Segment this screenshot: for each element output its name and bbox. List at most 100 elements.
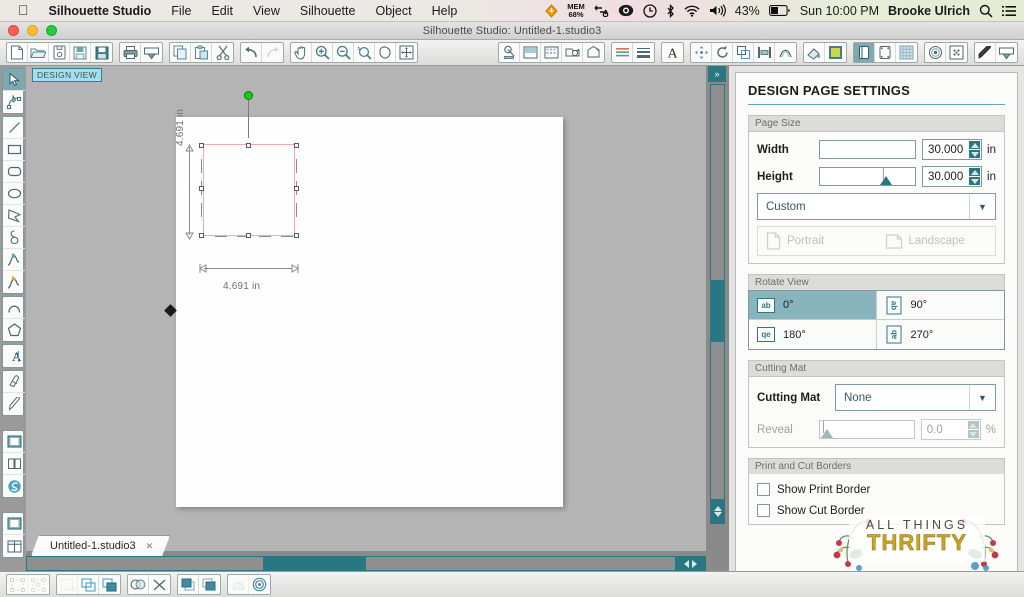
- rotate-90-option[interactable]: ab 90°: [876, 291, 1004, 320]
- page-preset-dropdown[interactable]: Custom ▼: [757, 193, 996, 220]
- align-icon[interactable]: [754, 43, 775, 62]
- dropbox-sync-icon[interactable]: [594, 0, 609, 22]
- pan-hand-icon[interactable]: [291, 43, 312, 62]
- registration-marks-icon[interactable]: [520, 43, 541, 62]
- menu-help[interactable]: Help: [422, 0, 468, 22]
- send-to-back-icon[interactable]: [199, 575, 220, 594]
- minimize-button[interactable]: [27, 25, 38, 36]
- close-tab-icon[interactable]: ✕: [146, 541, 154, 552]
- rotate-180-option[interactable]: qe 180°: [749, 320, 877, 349]
- paste-icon[interactable]: [191, 43, 212, 62]
- rotate-icon[interactable]: [712, 43, 733, 62]
- stepper-up-icon[interactable]: [969, 141, 981, 149]
- rotation-handle[interactable]: [244, 91, 253, 100]
- store-panel-icon[interactable]: [3, 475, 25, 497]
- new-document-icon[interactable]: [7, 43, 28, 62]
- trace-area-icon[interactable]: [249, 575, 270, 594]
- chevron-down-icon[interactable]: ▼: [969, 385, 995, 410]
- eraser-tool-icon[interactable]: [3, 371, 25, 393]
- curve-shape-tool-icon[interactable]: [3, 227, 25, 249]
- print-icon[interactable]: [120, 43, 141, 62]
- slider-knob[interactable]: [879, 176, 892, 185]
- bring-to-front-icon[interactable]: [178, 575, 199, 594]
- canvas-horizontal-scrollbar[interactable]: [26, 556, 706, 571]
- slider-knob[interactable]: [820, 429, 833, 438]
- show-cut-border-checkbox[interactable]: [757, 504, 770, 517]
- spotlight-search-icon[interactable]: [979, 0, 993, 22]
- zoom-out-icon[interactable]: [333, 43, 354, 62]
- close-button[interactable]: [8, 25, 19, 36]
- make-compound-path-icon[interactable]: [57, 575, 78, 594]
- battery-icon[interactable]: [768, 0, 791, 22]
- detach-icon[interactable]: [149, 575, 170, 594]
- cut-scissors-icon[interactable]: [212, 43, 233, 62]
- design-canvas[interactable]: DESIGN VIEW 4.691 in 4.691 in: [26, 66, 706, 551]
- ellipse-tool-icon[interactable]: [3, 183, 25, 205]
- page-height-slider[interactable]: [819, 167, 917, 186]
- bluetooth-icon[interactable]: [666, 0, 675, 22]
- line-thickness-icon[interactable]: [633, 43, 654, 62]
- move-transform-icon[interactable]: [691, 43, 712, 62]
- line-tool-icon[interactable]: [3, 117, 25, 139]
- scroll-down-icon[interactable]: [713, 511, 722, 517]
- zoom-selection-icon[interactable]: [354, 43, 375, 62]
- menu-file[interactable]: File: [161, 0, 201, 22]
- rounded-rectangle-tool-icon[interactable]: [3, 161, 25, 183]
- vertical-scroll-buttons[interactable]: [711, 499, 724, 523]
- gradient-fill-icon[interactable]: [825, 43, 846, 62]
- page-height-stepper[interactable]: [969, 168, 981, 185]
- undo-arrow-icon[interactable]: [241, 43, 262, 62]
- stepper-down-icon[interactable]: [969, 177, 981, 185]
- pen-holder-icon[interactable]: [583, 43, 604, 62]
- page-width-input[interactable]: 30.000: [922, 139, 983, 160]
- material-icon[interactable]: [562, 43, 583, 62]
- scroll-up-icon[interactable]: [713, 505, 722, 511]
- offset-icon[interactable]: [925, 43, 946, 62]
- menubar-clock[interactable]: Sun 10:00 PM: [800, 4, 879, 18]
- cut-settings-icon[interactable]: [541, 43, 562, 62]
- save-as-icon[interactable]: [91, 43, 112, 62]
- page-height-input[interactable]: 30.000: [922, 166, 983, 187]
- menu-object[interactable]: Object: [365, 0, 421, 22]
- menubar-user[interactable]: Brooke Ulrich: [888, 4, 970, 18]
- resize-handle-ne[interactable]: [294, 143, 299, 148]
- stepper-up-icon[interactable]: [969, 168, 981, 176]
- open-folder-icon[interactable]: [28, 43, 49, 62]
- ungroup-icon[interactable]: [28, 575, 49, 594]
- rectangle-tool-icon[interactable]: [3, 139, 25, 161]
- print-and-cut-icon[interactable]: [996, 43, 1017, 62]
- scale-icon[interactable]: [733, 43, 754, 62]
- rotate-270-option[interactable]: ab 270°: [877, 320, 1005, 349]
- library-panel-icon[interactable]: [3, 453, 25, 475]
- workspace-view-icon[interactable]: [3, 513, 25, 535]
- fill-color-icon[interactable]: [804, 43, 825, 62]
- zoom-in-icon[interactable]: [312, 43, 333, 62]
- resize-handle-s[interactable]: [246, 233, 251, 238]
- document-tab[interactable]: Untitled-1.studio3 ✕: [31, 535, 170, 556]
- scroll-right-icon[interactable]: [691, 559, 697, 568]
- time-machine-icon[interactable]: [643, 0, 657, 22]
- arc-tool-icon[interactable]: [3, 297, 25, 319]
- save-icon[interactable]: [70, 43, 91, 62]
- smooth-freehand-tool-icon[interactable]: [3, 271, 25, 293]
- chevron-down-icon[interactable]: ▼: [969, 194, 995, 219]
- backblaze-icon[interactable]: [618, 0, 634, 22]
- notification-center-icon[interactable]: [1002, 0, 1016, 22]
- sketch-pen-icon[interactable]: [975, 43, 996, 62]
- resize-handle-e[interactable]: [294, 186, 299, 191]
- freehand-tool-icon[interactable]: [3, 249, 25, 271]
- scroll-left-icon[interactable]: [683, 559, 689, 568]
- zoom-all-icon[interactable]: [396, 43, 417, 62]
- selection-group[interactable]: 4.691 in 4.691 in: [175, 91, 301, 292]
- horizontal-scroll-thumb[interactable]: [263, 557, 366, 570]
- send-to-silhouette-icon[interactable]: [141, 43, 162, 62]
- cutting-mat-dropdown[interactable]: None ▼: [835, 384, 996, 411]
- zoom-fit-icon[interactable]: [375, 43, 396, 62]
- duplicate-icon[interactable]: [99, 575, 120, 594]
- reveal-slider[interactable]: [819, 420, 915, 439]
- istat-flame-icon[interactable]: [545, 0, 558, 22]
- vertical-scroll-thumb[interactable]: [711, 280, 724, 342]
- resize-handle-nw[interactable]: [199, 143, 204, 148]
- wifi-icon[interactable]: [684, 0, 700, 22]
- redo-arrow-icon[interactable]: [262, 43, 283, 62]
